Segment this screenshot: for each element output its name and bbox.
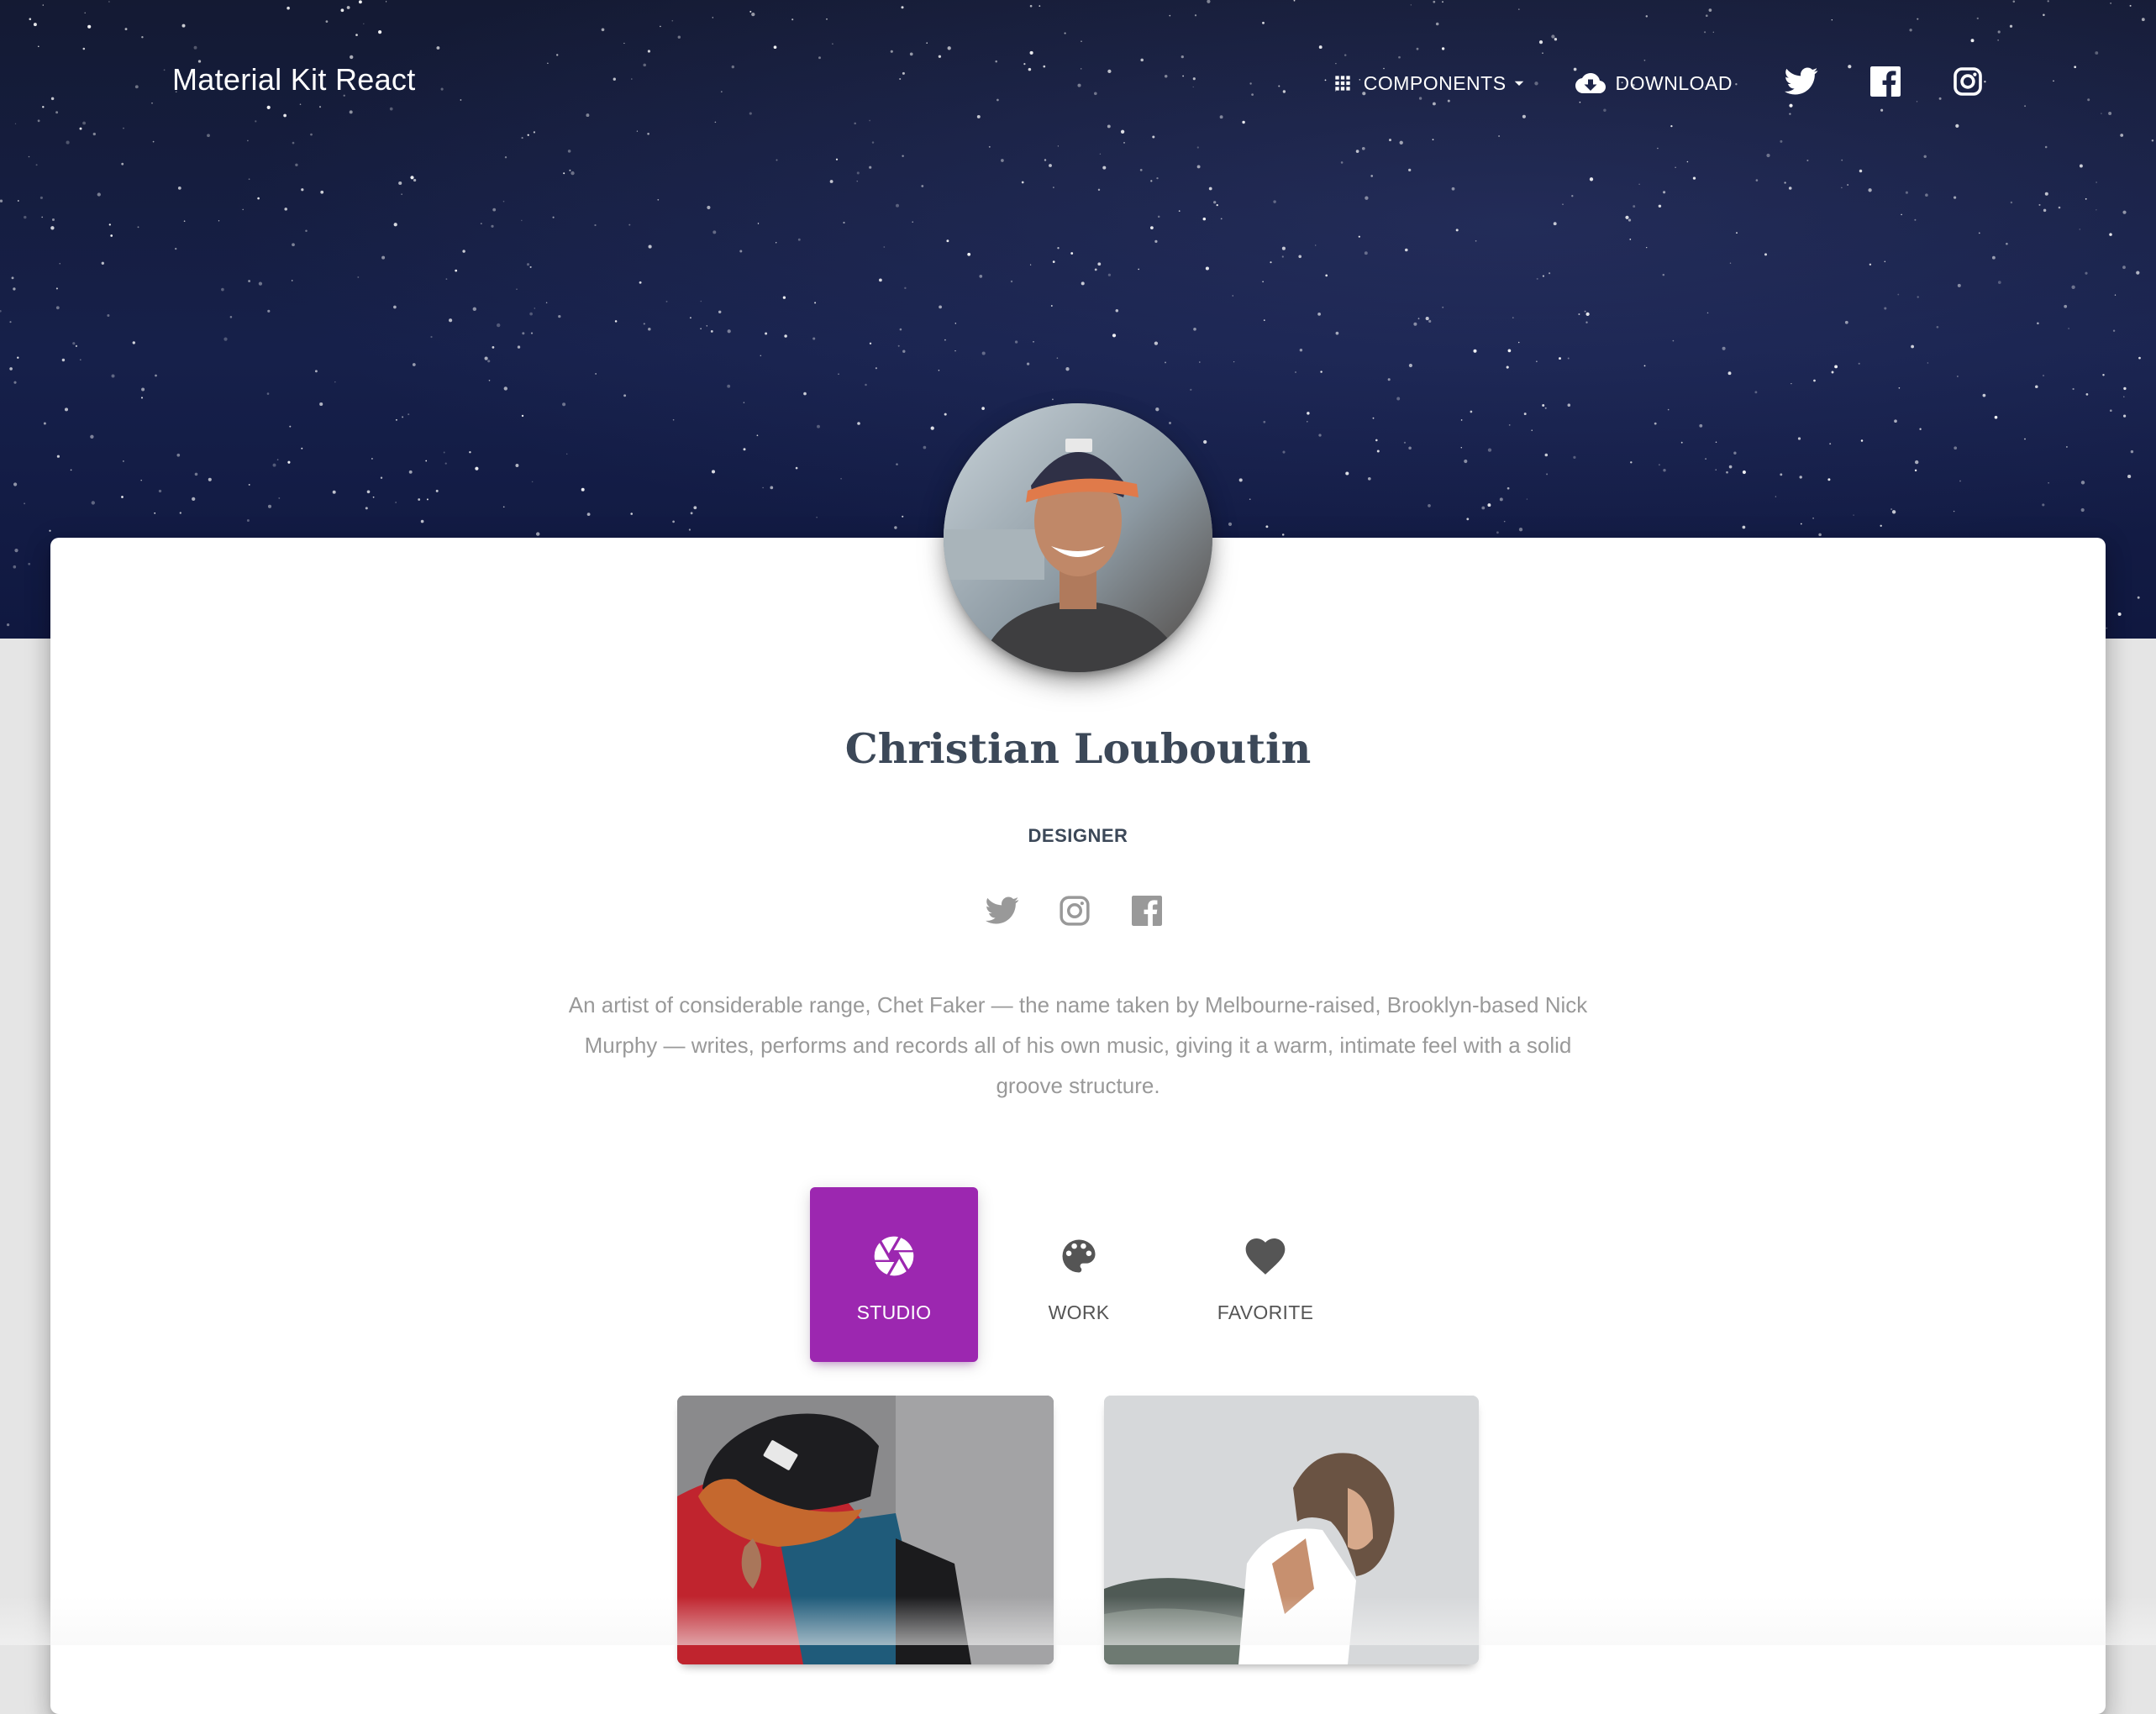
nav-links: COMPONENTS DOWNLOAD <box>1283 59 1983 108</box>
profile-facebook-link[interactable] <box>1128 894 1165 931</box>
download-label: DOWNLOAD <box>1615 71 1733 94</box>
instagram-icon <box>1059 895 1091 931</box>
facebook-icon <box>1870 66 1901 101</box>
profile-title: DESIGNER <box>1028 825 1128 846</box>
profile-card <box>50 538 2106 1714</box>
profile-name: Christian Louboutin <box>844 724 1312 773</box>
profile-twitter-link[interactable] <box>984 894 1021 931</box>
tab-studio-label: STUDIO <box>856 1301 932 1323</box>
palette-icon <box>1054 1231 1104 1281</box>
tab-work[interactable]: WORK <box>995 1187 1163 1362</box>
facebook-nav-link[interactable] <box>1870 66 1901 101</box>
download-button[interactable]: DOWNLOAD <box>1575 68 1733 98</box>
twitter-icon <box>986 896 1019 929</box>
studio-photo-1[interactable] <box>677 1396 1054 1664</box>
profile-tabs: STUDIO WORK FAVORITE <box>810 1187 1368 1362</box>
profile-social-links <box>984 894 1201 931</box>
avatar <box>944 403 1212 672</box>
components-label: COMPONENTS <box>1363 71 1507 94</box>
navbar: Material Kit React COMPONENTS DOWNLOAD <box>0 0 2156 168</box>
brand-link[interactable]: Material Kit React <box>172 62 416 97</box>
profile-bio: An artist of considerable range, Chet Fa… <box>568 992 1588 1098</box>
studio-photo-2[interactable] <box>1104 1396 1479 1664</box>
tab-studio[interactable]: STUDIO <box>810 1187 978 1362</box>
facebook-icon <box>1132 895 1162 930</box>
tab-work-label: WORK <box>1048 1301 1110 1323</box>
tab-favorite-label: FAVORITE <box>1217 1301 1314 1323</box>
apps-icon <box>1332 72 1354 94</box>
heart-icon <box>1240 1231 1291 1281</box>
components-dropdown[interactable]: COMPONENTS <box>1332 72 1527 95</box>
profile-instagram-link[interactable] <box>1056 894 1093 931</box>
cloud-download-icon <box>1575 68 1606 98</box>
instagram-icon <box>1953 66 1983 101</box>
instagram-nav-link[interactable] <box>1953 66 1983 101</box>
camera-aperture-icon <box>869 1231 919 1281</box>
twitter-nav-link[interactable] <box>1785 67 1818 100</box>
tab-favorite[interactable]: FAVORITE <box>1181 1187 1349 1362</box>
twitter-icon <box>1785 67 1818 100</box>
chevron-down-icon <box>1512 76 1527 91</box>
